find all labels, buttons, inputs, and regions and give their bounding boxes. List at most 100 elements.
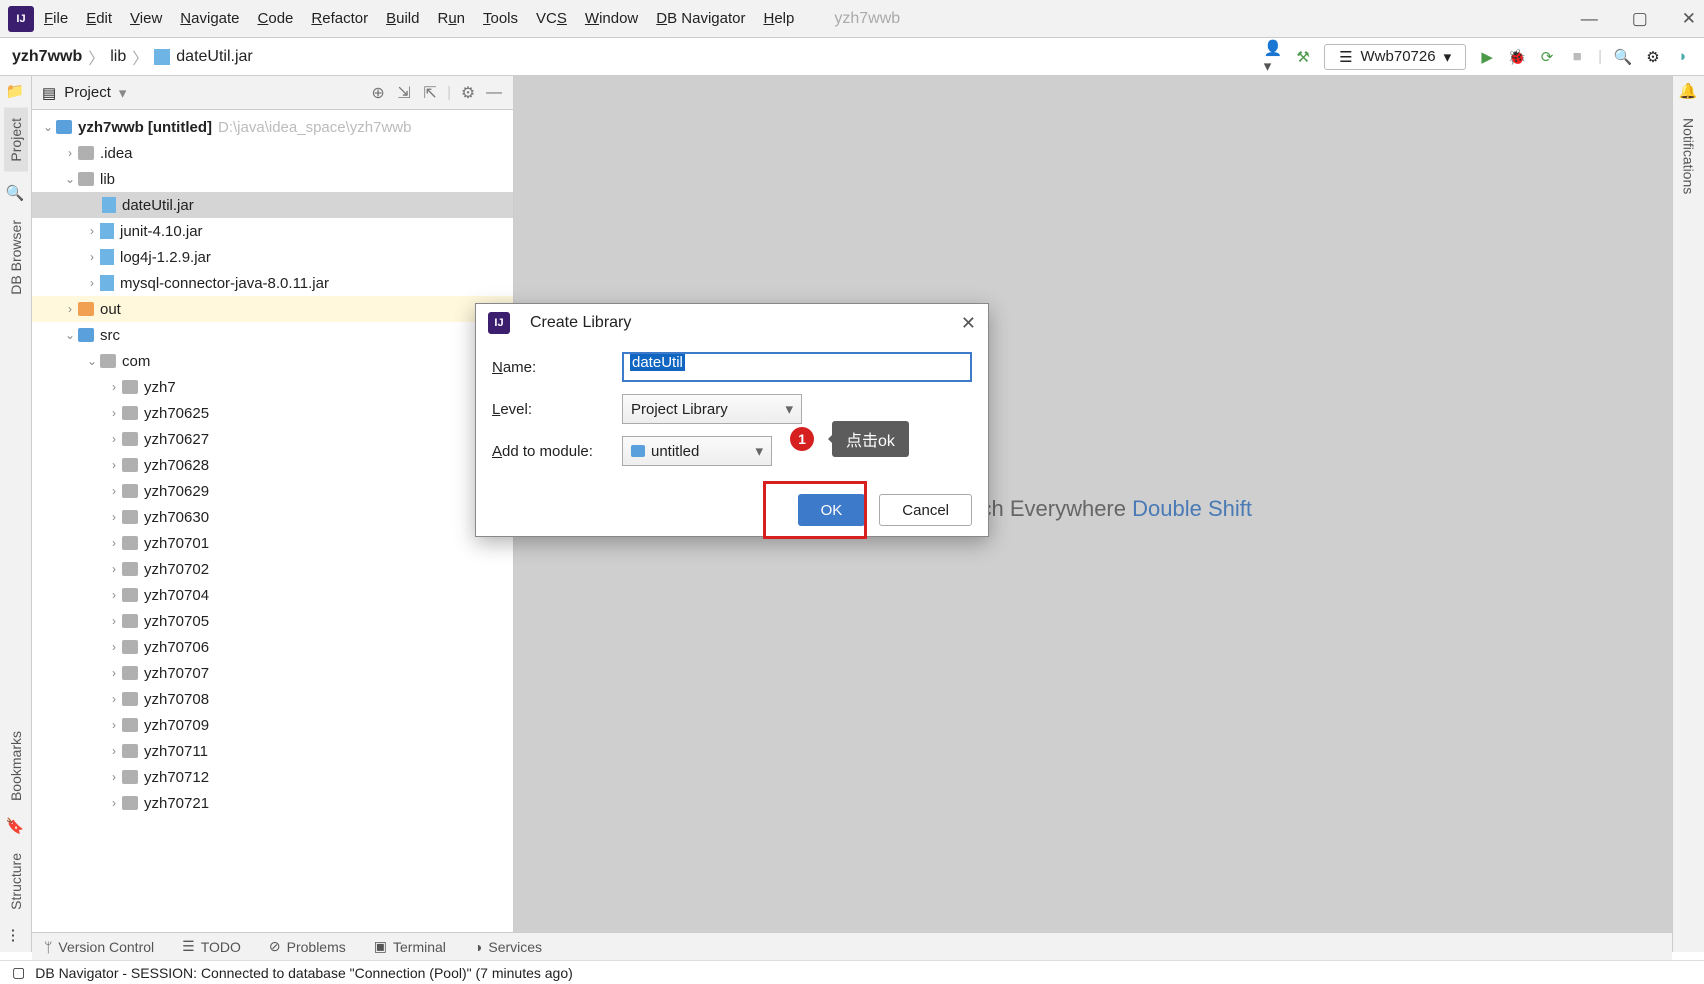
bt-version-control[interactable]: ᛘVersion Control [44, 939, 154, 955]
tree-src[interactable]: ⌄ src [32, 322, 513, 348]
coverage-icon[interactable]: ⟳ [1538, 48, 1556, 66]
menu-build[interactable]: Build [386, 10, 419, 27]
chevron-right-icon[interactable]: › [106, 484, 122, 498]
chevron-down-icon[interactable]: ⌄ [40, 120, 56, 134]
chevron-down-icon[interactable]: ⌄ [62, 172, 78, 186]
chevron-right-icon[interactable]: › [106, 718, 122, 732]
bookmark-icon[interactable]: 🔖 [6, 817, 26, 837]
breadcrumb-leaf[interactable]: dateUtil.jar [176, 48, 252, 66]
status-icon[interactable]: ▢ [12, 964, 25, 981]
menu-vcs[interactable]: VCS [536, 10, 567, 27]
tree-package[interactable]: ›yzh70627 [32, 426, 513, 452]
menu-help[interactable]: Help [763, 10, 794, 27]
breadcrumb-lib[interactable]: lib [110, 48, 126, 66]
tree-package[interactable]: ›yzh70630 [32, 504, 513, 530]
project-tab-icon[interactable]: 📁 [6, 82, 26, 102]
chevron-down-icon[interactable]: ⌄ [62, 328, 78, 342]
run-icon[interactable]: ▶ [1478, 48, 1496, 66]
cancel-button[interactable]: Cancel [879, 494, 972, 526]
db-tab-icon[interactable]: 🔍 [6, 184, 26, 204]
menu-edit[interactable]: Edit [86, 10, 112, 27]
tree-package[interactable]: ›yzh70711 [32, 738, 513, 764]
tree-jar-junit[interactable]: › junit-4.10.jar [32, 218, 513, 244]
user-icon[interactable]: 👤▾ [1264, 48, 1282, 66]
chevron-right-icon[interactable]: › [106, 614, 122, 628]
chevron-right-icon[interactable]: › [62, 302, 78, 316]
chevron-right-icon[interactable]: › [106, 770, 122, 784]
breadcrumb-root[interactable]: yzh7wwb [12, 48, 82, 66]
chevron-right-icon[interactable]: › [106, 640, 122, 654]
search-icon[interactable]: 🔍 [1614, 48, 1632, 66]
chevron-right-icon[interactable]: › [106, 796, 122, 810]
left-tab-dbbrowser[interactable]: DB Browser [4, 210, 28, 305]
chevron-right-icon[interactable]: › [106, 510, 122, 524]
tree-idea[interactable]: › .idea [32, 140, 513, 166]
chevron-right-icon[interactable]: › [106, 744, 122, 758]
bt-services[interactable]: ◑Services [474, 939, 542, 955]
tree-package[interactable]: ›yzh70706 [32, 634, 513, 660]
menu-dbnav[interactable]: DB Navigator [656, 10, 745, 27]
tree-lib[interactable]: ⌄ lib [32, 166, 513, 192]
tree-package[interactable]: ›yzh70721 [32, 790, 513, 816]
project-tree[interactable]: ⌄ yzh7wwb [untitled] D:\java\idea_space\… [32, 110, 513, 942]
tree-package[interactable]: ›yzh70701 [32, 530, 513, 556]
collapse-all-icon[interactable]: ⇱ [421, 84, 439, 102]
chevron-right-icon[interactable]: › [106, 666, 122, 680]
tree-package[interactable]: ›yzh70708 [32, 686, 513, 712]
chevron-right-icon[interactable]: › [62, 146, 78, 160]
bell-icon[interactable]: 🔔 [1679, 82, 1699, 102]
minimize-icon[interactable]: — [1581, 9, 1598, 29]
level-select[interactable]: Project Library [622, 394, 802, 424]
tree-package[interactable]: ›yzh70707 [32, 660, 513, 686]
close-icon[interactable]: ✕ [1682, 9, 1696, 29]
bt-todo[interactable]: ☰TODO [182, 938, 241, 955]
build-hammer-icon[interactable]: ⚒ [1294, 48, 1312, 66]
bt-problems[interactable]: ⊘Problems [269, 938, 346, 955]
settings-icon[interactable]: ⚙ [1644, 48, 1662, 66]
chevron-right-icon[interactable]: › [106, 692, 122, 706]
debug-icon[interactable]: 🐞 [1508, 48, 1526, 66]
right-tab-notifications[interactable]: Notifications [1677, 108, 1701, 204]
expand-all-icon[interactable]: ⇲ [395, 84, 413, 102]
tree-root[interactable]: ⌄ yzh7wwb [untitled] D:\java\idea_space\… [32, 114, 513, 140]
tree-package[interactable]: ›yzh7 [32, 374, 513, 400]
plugin-icon[interactable]: ◗ [1674, 48, 1692, 66]
project-title[interactable]: Project [64, 84, 111, 101]
module-select[interactable]: untitled [622, 436, 772, 466]
structure-icon[interactable]: ⋮ [6, 926, 26, 946]
tree-package[interactable]: ›yzh70705 [32, 608, 513, 634]
tree-package[interactable]: ›yzh70712 [32, 764, 513, 790]
tree-package[interactable]: ›yzh70709 [32, 712, 513, 738]
chevron-down-icon[interactable]: ⌄ [84, 354, 100, 368]
chevron-right-icon[interactable]: › [106, 588, 122, 602]
menu-view[interactable]: View [130, 10, 162, 27]
chevron-right-icon[interactable]: › [84, 250, 100, 264]
maximize-icon[interactable]: ▢ [1632, 9, 1648, 29]
tree-package[interactable]: ›yzh70629 [32, 478, 513, 504]
chevron-right-icon[interactable]: › [106, 562, 122, 576]
tree-package[interactable]: ›yzh70628 [32, 452, 513, 478]
run-config-select[interactable]: ☰ Wwb70726 ▾ [1324, 44, 1466, 70]
gear-icon[interactable]: ⚙ [459, 84, 477, 102]
stop-icon[interactable]: ■ [1568, 48, 1586, 66]
tree-jar-log4j[interactable]: › log4j-1.2.9.jar [32, 244, 513, 270]
tree-com[interactable]: ⌄ com [32, 348, 513, 374]
chevron-right-icon[interactable]: › [106, 536, 122, 550]
tree-package[interactable]: ›yzh70625 [32, 400, 513, 426]
menu-tools[interactable]: Tools [483, 10, 518, 27]
tree-out[interactable]: › out [32, 296, 513, 322]
left-tab-structure[interactable]: Structure [4, 843, 28, 920]
name-input[interactable]: dateUtil [622, 352, 972, 382]
ok-button[interactable]: OK [798, 494, 866, 526]
menu-refactor[interactable]: Refactor [311, 10, 368, 27]
hide-icon[interactable]: — [485, 84, 503, 102]
close-icon[interactable]: ✕ [961, 313, 976, 334]
locate-icon[interactable]: ⊕ [369, 84, 387, 102]
tree-package[interactable]: ›yzh70702 [32, 556, 513, 582]
bt-terminal[interactable]: ▣Terminal [374, 938, 446, 955]
chevron-down-icon[interactable]: ▾ [119, 84, 127, 102]
tree-jar-dateutil[interactable]: dateUtil.jar [32, 192, 513, 218]
menu-file[interactable]: File [44, 10, 68, 27]
chevron-right-icon[interactable]: › [84, 276, 100, 290]
chevron-right-icon[interactable]: › [84, 224, 100, 238]
